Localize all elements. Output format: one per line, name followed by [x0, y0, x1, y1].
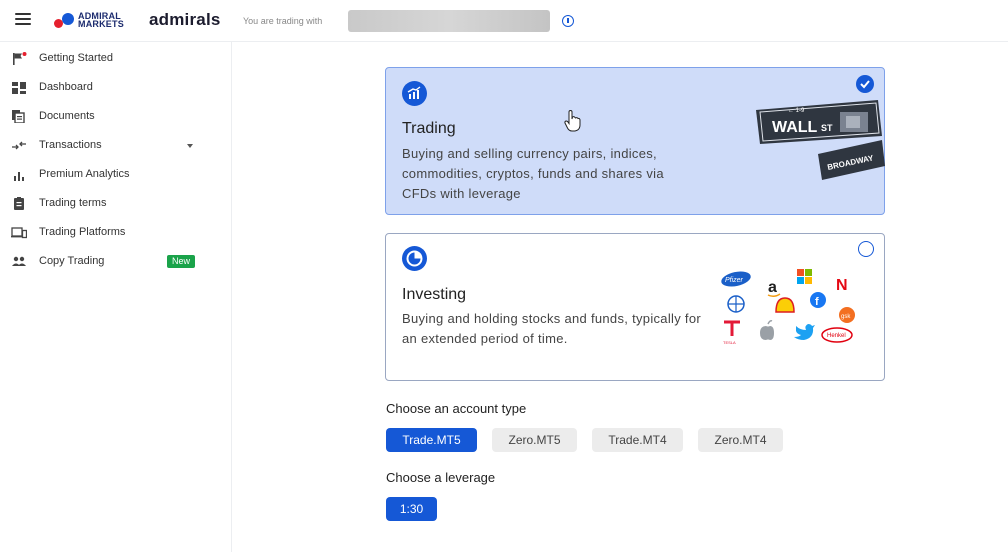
logo-text-line2: MARKETS: [78, 19, 124, 29]
admiral-markets-logo[interactable]: ADMIRAL MARKETS: [54, 12, 124, 29]
amazon-logo: a: [768, 279, 777, 296]
netflix-logo: N: [836, 277, 848, 294]
svg-text:f: f: [815, 296, 819, 308]
trading-option-card[interactable]: Trading Buying and selling currency pair…: [385, 67, 885, 215]
devices-icon: [11, 227, 27, 239]
trading-card-title: Trading: [402, 120, 456, 137]
trading-card-description: Buying and selling currency pairs, indic…: [402, 146, 664, 201]
selected-check-icon[interactable]: [856, 75, 874, 93]
pfizer-logo: Pfizer: [725, 277, 744, 284]
trading-chart-icon: [402, 81, 427, 106]
tesla-logo: TESLA: [723, 340, 736, 345]
top-bar: ADMIRAL MARKETS admirals You are trading…: [0, 0, 1008, 42]
logo-wordmark: ADMIRAL MARKETS: [78, 12, 124, 29]
account-type-zero-mt4[interactable]: Zero.MT4: [698, 428, 783, 452]
sidebar-item-trading-terms[interactable]: Trading terms: [0, 189, 232, 218]
investing-pie-icon: [402, 246, 427, 271]
hand-cursor-icon: [564, 110, 581, 132]
sidebar-item-transactions[interactable]: Transactions: [0, 131, 232, 160]
documents-icon: [12, 110, 25, 123]
chevron-down-icon[interactable]: [187, 144, 193, 148]
flag-icon: [13, 52, 27, 65]
company-logos-illustration: Pfizer a N f gsk TESLA Henkel: [721, 269, 855, 345]
sidebar-item-label: Documents: [39, 110, 95, 122]
unselected-radio[interactable]: [858, 241, 874, 257]
trading-with-label: You are trading with: [243, 16, 323, 26]
sidebar-item-label: Dashboard: [39, 81, 93, 93]
sidebar-item-label: Trading Platforms: [39, 226, 126, 238]
bar-chart-icon: [14, 172, 24, 181]
investing-card-description: Buying and holding stocks and funds, typ…: [402, 311, 701, 346]
account-type-trade-mt5[interactable]: Trade.MT5: [386, 428, 477, 452]
sidebar-item-premium-analytics[interactable]: Premium Analytics: [0, 160, 232, 189]
account-type-trade-mt4[interactable]: Trade.MT4: [592, 428, 683, 452]
investing-option-card[interactable]: Investing Buying and holding stocks and …: [385, 233, 885, 381]
sidebar-item-getting-started[interactable]: Getting Started: [0, 44, 232, 73]
sidebar-item-copy-trading[interactable]: Copy Trading New: [0, 247, 232, 276]
sidebar-item-label: Copy Trading: [39, 255, 105, 267]
wall-street-sign-illustration: WALL ST ← 1-9 BROADWAY: [756, 100, 885, 180]
wall-sign-text: WALL: [772, 119, 818, 136]
account-type-zero-mt5[interactable]: Zero.MT5: [492, 428, 577, 452]
clipboard-icon: [14, 197, 24, 210]
sidebar-item-documents[interactable]: Documents: [0, 102, 232, 131]
sidebar-item-label: Getting Started: [39, 52, 113, 64]
account-name-redacted: [348, 10, 550, 32]
henkel-logo: Henkel: [827, 333, 846, 339]
new-badge: New: [167, 255, 196, 268]
investing-card-title: Investing: [402, 286, 467, 303]
dashboard-icon: [12, 82, 26, 94]
sidebar-item-label: Premium Analytics: [39, 168, 130, 180]
sidebar: Getting Started Dashboard Documents Tran…: [0, 42, 232, 552]
sidebar-item-trading-platforms[interactable]: Trading Platforms: [0, 218, 232, 247]
menu-icon[interactable]: [15, 13, 31, 27]
leverage-label: Choose a leverage: [386, 470, 496, 485]
sidebar-item-label: Trading terms: [39, 197, 107, 209]
gsk-logo: gsk: [841, 314, 851, 320]
sidebar-item-dashboard[interactable]: Dashboard: [0, 73, 232, 102]
people-icon: [12, 256, 26, 266]
sidebar-item-label: Transactions: [39, 139, 102, 151]
brand-name: admirals: [149, 10, 221, 29]
st-sign-text: ST: [821, 123, 833, 133]
account-type-label: Choose an account type: [386, 401, 527, 416]
leverage-option-1-30[interactable]: 1:30: [386, 497, 437, 521]
info-icon[interactable]: [562, 15, 574, 27]
transfer-icon: [12, 141, 26, 150]
street-number-text: ← 1-9: [788, 108, 805, 114]
logo-mark: [54, 12, 76, 28]
